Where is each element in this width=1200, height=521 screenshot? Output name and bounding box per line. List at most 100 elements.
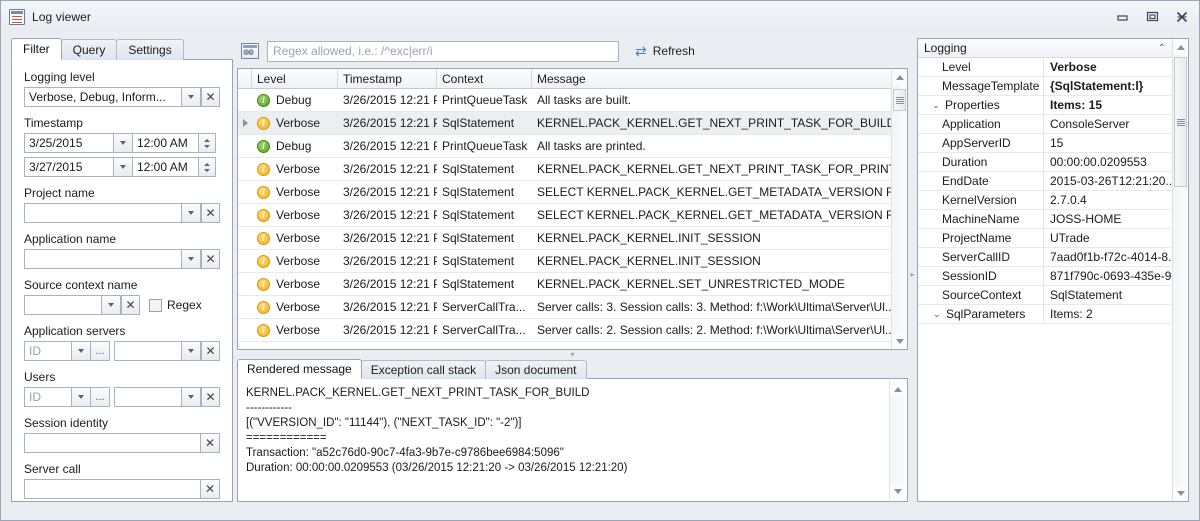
application-servers-clear-button[interactable]: ✕ — [201, 341, 220, 361]
project-name-input[interactable] — [24, 203, 182, 223]
application-name-clear-button[interactable]: ✕ — [201, 249, 220, 269]
table-row[interactable]: i Verbose 3/26/2015 12:21 PM SqlStatement… — [238, 158, 891, 181]
search-input[interactable]: Regex allowed, i.e.: /^exc|err/i — [267, 40, 619, 62]
horizontal-splitter[interactable]: ▾ — [237, 350, 908, 359]
property-row[interactable]: EndDate 2015-03-26T12:21:20.... — [918, 172, 1172, 191]
property-row[interactable]: ServerCallID 7aad0f1b-f72c-4014-8... — [918, 248, 1172, 267]
session-identity-clear-button[interactable]: ✕ — [201, 433, 220, 453]
table-row[interactable]: i Debug 3/26/2015 12:21 PM PrintQueueTask… — [238, 135, 891, 158]
vertical-splitter[interactable]: ▸ — [908, 32, 917, 510]
chevron-down-icon[interactable]: ⌄ — [932, 100, 941, 110]
server-call-input[interactable] — [24, 479, 201, 499]
session-identity-input[interactable] — [24, 433, 201, 453]
timestamp-to-time-stepper[interactable] — [199, 157, 216, 177]
properties-category-header[interactable]: Logging ⌃ — [918, 39, 1172, 58]
table-row[interactable]: i Verbose 3/26/2015 12:21 PM SqlStatement… — [238, 250, 891, 273]
timestamp-to-time-input[interactable]: 12:00 AM — [133, 157, 199, 177]
tab-exception-call-stack[interactable]: Exception call stack — [360, 360, 487, 379]
source-context-name-clear-button[interactable]: ✕ — [121, 295, 140, 315]
property-row[interactable]: Application ConsoleServer — [918, 115, 1172, 134]
users-name-dropdown-button[interactable] — [182, 387, 201, 407]
users-id-input[interactable]: ID — [24, 387, 72, 407]
users-clear-button[interactable]: ✕ — [201, 387, 220, 407]
scroll-track[interactable] — [890, 397, 905, 483]
timestamp-from-date-dropdown-button[interactable] — [114, 133, 133, 153]
property-row[interactable]: ⌄ SqlParameters Items: 2 — [918, 305, 1172, 324]
table-row[interactable]: i Verbose 3/26/2015 12:21 PM SqlStatement… — [238, 204, 891, 227]
logging-level-dropdown-button[interactable] — [182, 87, 201, 107]
source-context-name-input[interactable] — [24, 295, 102, 315]
application-servers-id-dropdown-button[interactable] — [72, 341, 91, 361]
tab-query[interactable]: Query — [60, 39, 118, 60]
users-browse-button[interactable]: ... — [91, 387, 110, 407]
header-level[interactable]: Level — [252, 69, 338, 88]
users-name-input[interactable] — [114, 387, 182, 407]
regex-checkbox-wrap[interactable]: Regex — [149, 295, 202, 315]
application-servers-name-input[interactable] — [114, 341, 182, 361]
property-row[interactable]: AppServerID 15 — [918, 134, 1172, 153]
scroll-up-button[interactable] — [1173, 39, 1188, 55]
minimize-icon[interactable] — [1107, 5, 1137, 29]
source-context-name-dropdown-button[interactable] — [102, 295, 121, 315]
users-id-dropdown-button[interactable] — [72, 387, 91, 407]
tab-settings[interactable]: Settings — [116, 39, 184, 60]
application-name-input[interactable] — [24, 249, 182, 269]
application-name-dropdown-button[interactable] — [182, 249, 201, 269]
regex-checkbox[interactable] — [149, 298, 162, 312]
timestamp-to-date-dropdown-button[interactable] — [114, 157, 133, 177]
table-row[interactable]: i Verbose 3/26/2015 12:21 PM ServerCallTr… — [238, 319, 891, 342]
chevron-up-icon[interactable]: ⌃ — [1158, 43, 1166, 54]
server-call-clear-button[interactable]: ✕ — [201, 479, 220, 499]
timestamp-from-time-input[interactable]: 12:00 AM — [133, 133, 199, 153]
project-name-dropdown-button[interactable] — [182, 203, 201, 223]
timestamp-to-date-input[interactable]: 3/27/2015 — [24, 157, 114, 177]
application-servers-id-input[interactable]: ID — [24, 341, 72, 361]
chevron-down-icon[interactable]: ⌄ — [933, 309, 942, 319]
property-row[interactable]: Level Verbose — [918, 58, 1172, 77]
scroll-down-button[interactable] — [1173, 485, 1188, 501]
table-row[interactable]: i Verbose 3/26/2015 12:21 PM SqlStatement… — [238, 181, 891, 204]
application-servers-name-dropdown-button[interactable] — [182, 341, 201, 361]
logging-level-clear-button[interactable]: ✕ — [201, 87, 220, 107]
scroll-up-button[interactable] — [892, 69, 907, 85]
table-row[interactable]: i Verbose 3/26/2015 12:21 PM SqlStatement… — [238, 227, 891, 250]
property-row[interactable]: ⌄ Properties Items: 15 — [918, 96, 1172, 115]
timestamp-from-time-stepper[interactable] — [199, 133, 216, 153]
row-message: All tasks are printed. — [537, 139, 646, 153]
properties-scrollbar[interactable] — [1172, 39, 1188, 501]
property-row[interactable]: Duration 00:00:00.0209553 — [918, 153, 1172, 172]
timestamp-from-date-input[interactable]: 3/25/2015 — [24, 133, 114, 153]
header-context[interactable]: Context — [437, 69, 532, 88]
tab-rendered-message[interactable]: Rendered message — [237, 359, 362, 379]
scroll-down-button[interactable] — [890, 483, 905, 499]
table-row[interactable]: i Verbose 3/26/2015 12:21 PM SqlStatement… — [238, 112, 891, 135]
maximize-icon[interactable] — [1137, 5, 1167, 29]
table-row[interactable]: i Verbose 3/26/2015 12:21 PM SqlStatement… — [238, 273, 891, 296]
header-message[interactable]: Message — [532, 69, 891, 88]
property-row[interactable]: ProjectName UTrade — [918, 229, 1172, 248]
detail-scrollbar[interactable] — [889, 381, 905, 499]
header-timestamp[interactable]: Timestamp — [338, 69, 437, 88]
application-servers-browse-button[interactable]: ... — [91, 341, 110, 361]
scroll-track[interactable] — [1173, 55, 1188, 485]
property-row[interactable]: SourceContext SqlStatement — [918, 286, 1172, 305]
project-name-clear-button[interactable]: ✕ — [201, 203, 220, 223]
property-row[interactable]: KernelVersion 2.7.0.4 — [918, 191, 1172, 210]
property-row[interactable]: MessageTemplate {SqlStatement:l} — [918, 77, 1172, 96]
find-binoculars-icon[interactable] — [241, 43, 259, 59]
property-row[interactable]: SessionID 871f790c-0693-435e-9... — [918, 267, 1172, 286]
table-row[interactable]: i Verbose 3/26/2015 12:21 PM ServerCallTr… — [238, 296, 891, 319]
refresh-button[interactable]: ⇄ Refresh — [635, 44, 695, 58]
table-row[interactable]: i Debug 3/26/2015 12:21 PM PrintQueueTask… — [238, 89, 891, 112]
scroll-track[interactable] — [892, 85, 907, 333]
scroll-thumb[interactable] — [1174, 57, 1187, 187]
tab-filter[interactable]: Filter — [11, 38, 62, 60]
close-icon[interactable] — [1167, 5, 1197, 29]
tab-json-document[interactable]: Json document — [485, 360, 587, 379]
log-grid-scrollbar[interactable] — [891, 69, 907, 349]
scroll-up-button[interactable] — [890, 381, 905, 397]
property-row[interactable]: MachineName JOSS-HOME — [918, 210, 1172, 229]
logging-level-input[interactable]: Verbose, Debug, Inform... — [24, 87, 182, 107]
scroll-thumb[interactable] — [893, 89, 906, 111]
scroll-down-button[interactable] — [892, 333, 907, 349]
